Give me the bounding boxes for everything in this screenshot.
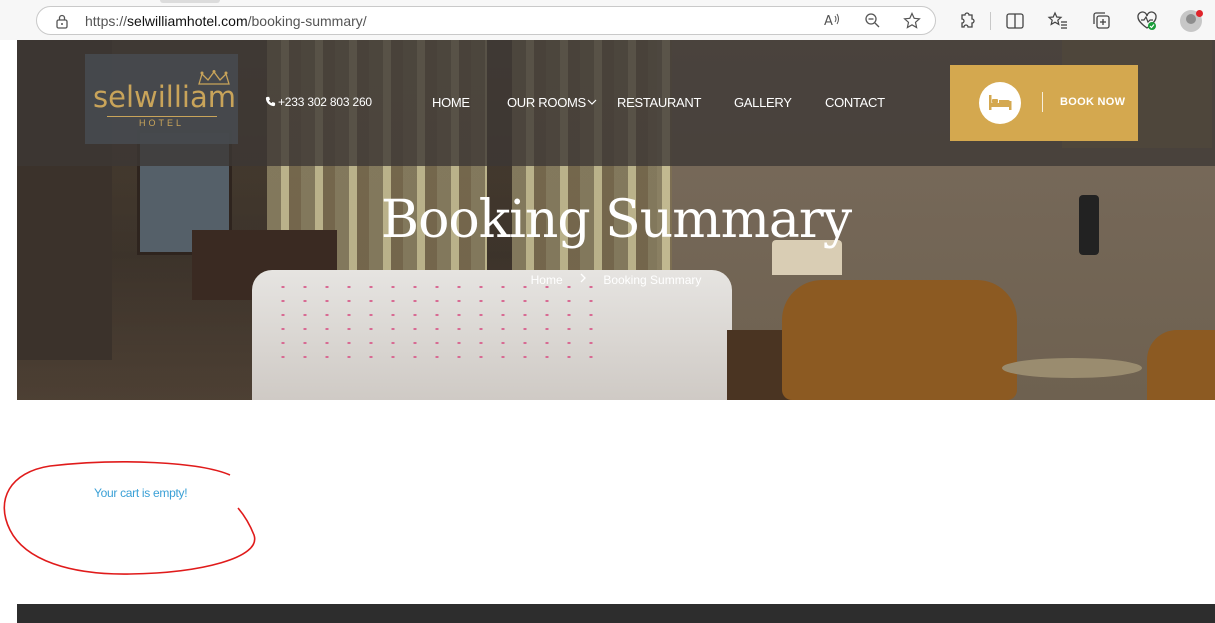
hero-banner: selwilliam HOTEL +233 302 803 260 HOME O… xyxy=(17,40,1215,400)
site-footer xyxy=(17,604,1215,623)
red-circle-annotation xyxy=(3,461,256,575)
address-bar[interactable]: https://selwilliamhotel.com/booking-summ… xyxy=(36,6,936,35)
phone-text: +233 302 803 260 xyxy=(278,95,372,109)
nav-restaurant[interactable]: RESTAURANT xyxy=(617,95,701,110)
hero-side-table xyxy=(1002,358,1142,378)
phone-icon xyxy=(265,96,276,107)
logo-wordmark: selwilliam xyxy=(93,80,236,114)
chevron-down-icon[interactable] xyxy=(587,98,597,106)
svg-text:A: A xyxy=(824,14,833,28)
notification-dot xyxy=(1196,10,1203,17)
bed-icon-circle xyxy=(979,82,1021,124)
split-screen-icon[interactable] xyxy=(1004,10,1026,32)
performance-icon[interactable] xyxy=(1136,10,1158,32)
hero-rose-petals xyxy=(272,280,602,370)
site-header: selwilliam HOTEL +233 302 803 260 HOME O… xyxy=(17,40,1215,166)
breadcrumb-home[interactable]: Home xyxy=(531,273,563,287)
bed-icon xyxy=(989,95,1012,110)
favorites-icon[interactable] xyxy=(1047,10,1069,32)
site-logo[interactable]: selwilliam HOTEL xyxy=(85,54,238,144)
url-domain: selwilliamhotel.com xyxy=(127,13,248,29)
hero-armchair-right xyxy=(1147,330,1215,400)
breadcrumb-current: Booking Summary xyxy=(603,272,702,287)
chevron-right-icon xyxy=(580,273,586,283)
read-aloud-icon[interactable]: A xyxy=(822,12,842,30)
url-prefix: https:// xyxy=(85,13,128,29)
toolbar-divider xyxy=(990,12,991,30)
logo-subtext: HOTEL xyxy=(138,118,184,128)
phone-number[interactable]: +233 302 803 260 xyxy=(265,95,372,109)
nav-contact[interactable]: CONTACT xyxy=(825,95,885,110)
zoom-out-icon[interactable] xyxy=(862,12,882,30)
url-path: /booking-summary/ xyxy=(247,13,367,29)
collections-icon[interactable] xyxy=(1091,10,1113,32)
book-now-divider xyxy=(1042,92,1043,112)
nav-gallery[interactable]: GALLERY xyxy=(734,95,792,110)
book-now-button[interactable]: BOOK NOW xyxy=(950,65,1138,141)
hero-armchair xyxy=(782,280,1017,400)
nav-home[interactable]: HOME xyxy=(432,95,470,110)
page-title: Booking Summary xyxy=(380,190,852,250)
favorite-star-icon[interactable] xyxy=(902,12,922,30)
lock-icon[interactable] xyxy=(55,14,69,29)
browser-tab[interactable] xyxy=(160,0,220,3)
url-text[interactable]: https://selwilliamhotel.com/booking-summ… xyxy=(85,13,367,29)
browser-toolbar: https://selwilliamhotel.com/booking-summ… xyxy=(0,0,1215,40)
breadcrumb: Home Booking Summary xyxy=(17,272,1215,287)
nav-our-rooms[interactable]: OUR ROOMS xyxy=(507,95,586,110)
book-now-label: BOOK NOW xyxy=(1060,96,1126,108)
logo-rule xyxy=(107,116,217,117)
extensions-icon[interactable] xyxy=(955,10,977,32)
